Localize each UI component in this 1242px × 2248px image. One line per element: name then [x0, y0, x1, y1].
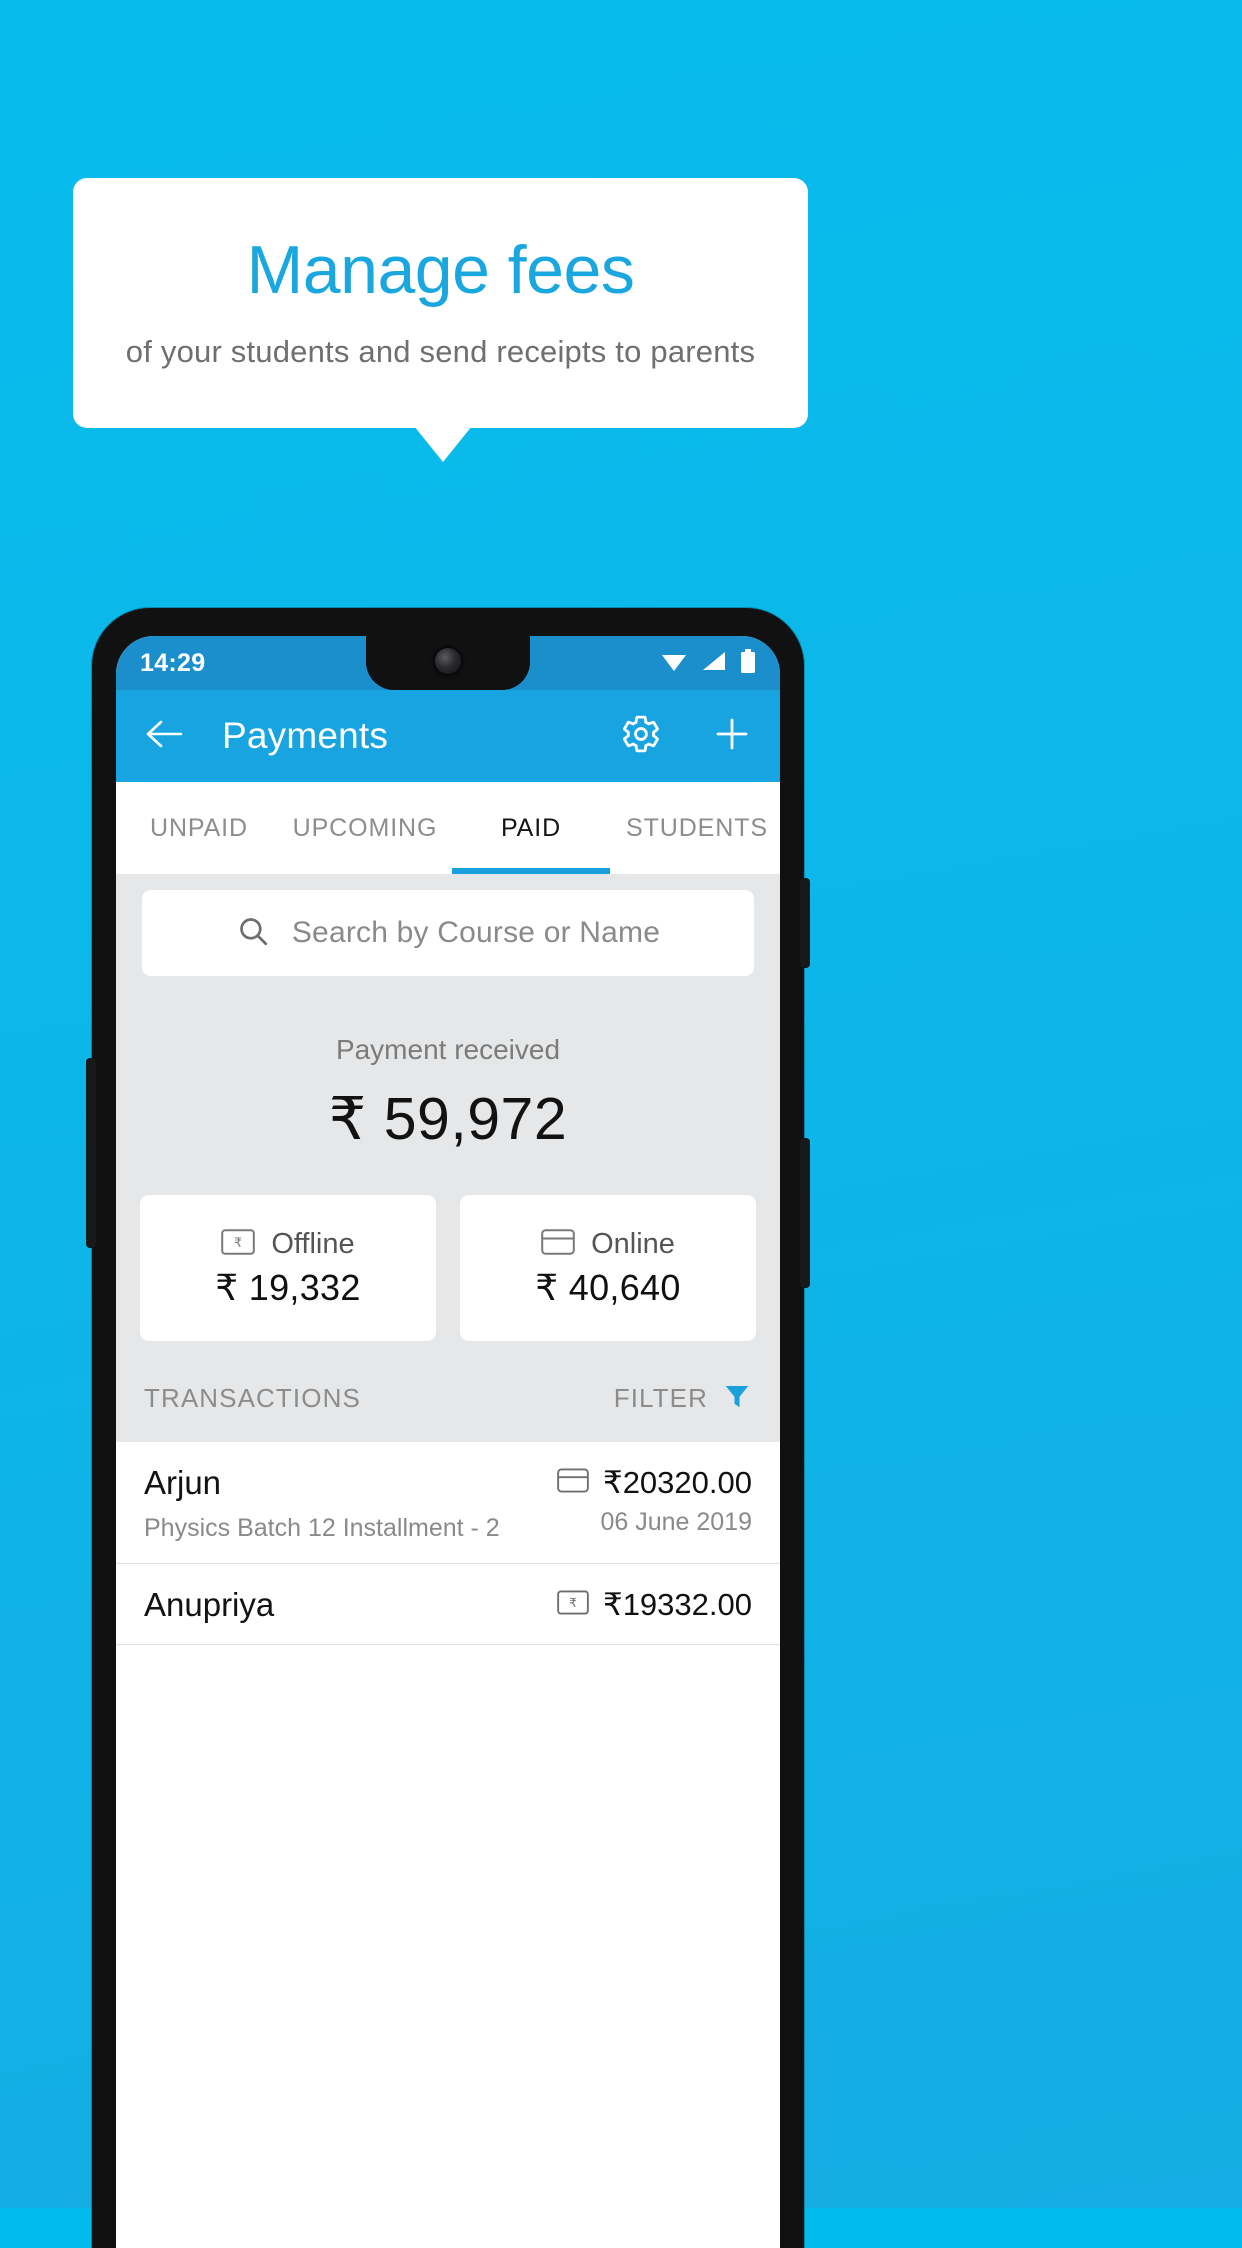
offline-amount: ₹ 19,332 [215, 1266, 361, 1308]
tab-paid[interactable]: PAID [448, 782, 614, 874]
tab-unpaid[interactable]: UNPAID [116, 782, 282, 874]
svg-text:₹: ₹ [234, 1236, 242, 1251]
wifi-icon [660, 650, 688, 677]
phone-mockup: 14:29 Payments UNPAID UPCOMING PAID STUD… [86, 608, 810, 2248]
signal-icon [701, 650, 727, 677]
battery-icon [740, 648, 756, 678]
tab-label: PAID [500, 813, 562, 842]
tab-students[interactable]: STUDENTS [614, 782, 780, 874]
online-amount: ₹ 40,640 [535, 1266, 681, 1308]
transaction-amount: ₹19332.00 [602, 1587, 752, 1622]
transaction-amount: ₹20320.00 [602, 1465, 752, 1500]
status-bar-clock: 14:29 [140, 648, 206, 677]
table-row[interactable]: Anupriya ₹ ₹19332.00 [116, 1564, 780, 1645]
promo-callout-tail [414, 426, 472, 462]
phone-side-button-top [800, 878, 810, 968]
transactions-label: TRANSACTIONS [144, 1383, 361, 1413]
search-input[interactable]: Search by Course or Name [142, 890, 754, 976]
promo-subtitle: of your students and send receipts to pa… [125, 334, 756, 369]
credit-card-icon [557, 1468, 589, 1498]
funnel-icon [722, 1381, 752, 1416]
phone-side-button-bottom [800, 1138, 810, 1288]
phone-screen: 14:29 Payments UNPAID UPCOMING PAID STUD… [116, 636, 780, 2248]
app-bar: Payments [116, 690, 780, 782]
tab-label: UNPAID [149, 813, 248, 842]
transactions-list: Arjun ₹20320.00 Physics Batch 12 Install… [116, 1442, 780, 1645]
offline-label: Offline [271, 1227, 355, 1260]
search-placeholder-text: Search by Course or Name [291, 916, 661, 949]
summary-amount: ₹ 59,972 [328, 1086, 568, 1152]
search-icon [236, 914, 270, 953]
plus-icon[interactable] [712, 714, 752, 759]
cash-note-icon: ₹ [557, 1590, 589, 1620]
tab-bar: UNPAID UPCOMING PAID STUDENTS [116, 782, 780, 874]
tab-upcoming[interactable]: UPCOMING [282, 782, 448, 874]
table-row[interactable]: Arjun ₹20320.00 Physics Batch 12 Install… [116, 1442, 780, 1564]
summary-label: Payment received [335, 1034, 561, 1065]
screen-content: Search by Course or Name Payment receive… [116, 874, 780, 1645]
payment-summary: Payment received ₹ 59,972 [116, 976, 780, 1153]
transactions-header: TRANSACTIONS FILTER [116, 1341, 780, 1442]
filter-button[interactable]: FILTER [614, 1381, 752, 1416]
cash-note-icon: ₹ [221, 1228, 256, 1260]
transaction-description: Physics Batch 12 Installment - 2 [144, 1514, 500, 1542]
tab-label: STUDENTS [626, 813, 768, 842]
page-title: Payments [222, 715, 389, 756]
transaction-name: Anupriya [144, 1586, 275, 1623]
filter-label: FILTER [613, 1383, 708, 1413]
transaction-date: 06 June 2019 [600, 1508, 752, 1536]
promo-callout-card: Manage fees of your students and send re… [73, 178, 808, 428]
phone-volume-button [86, 1058, 96, 1248]
search-section: Search by Course or Name [116, 874, 780, 976]
breakdown-cards: ₹ Offline ₹ 19,332 Online ₹ 40,640 [116, 1153, 780, 1341]
transaction-name: Arjun [144, 1464, 222, 1501]
svg-text:₹: ₹ [569, 1596, 577, 1610]
online-label: Online [591, 1227, 675, 1260]
gear-icon[interactable] [620, 713, 662, 760]
tab-label: UPCOMING [292, 813, 438, 842]
front-camera-icon [435, 648, 461, 674]
back-arrow-icon[interactable] [144, 718, 184, 755]
promo-title: Manage fees [246, 232, 635, 308]
offline-card[interactable]: ₹ Offline ₹ 19,332 [140, 1195, 436, 1341]
online-card[interactable]: Online ₹ 40,640 [460, 1195, 756, 1341]
credit-card-icon [541, 1228, 575, 1260]
